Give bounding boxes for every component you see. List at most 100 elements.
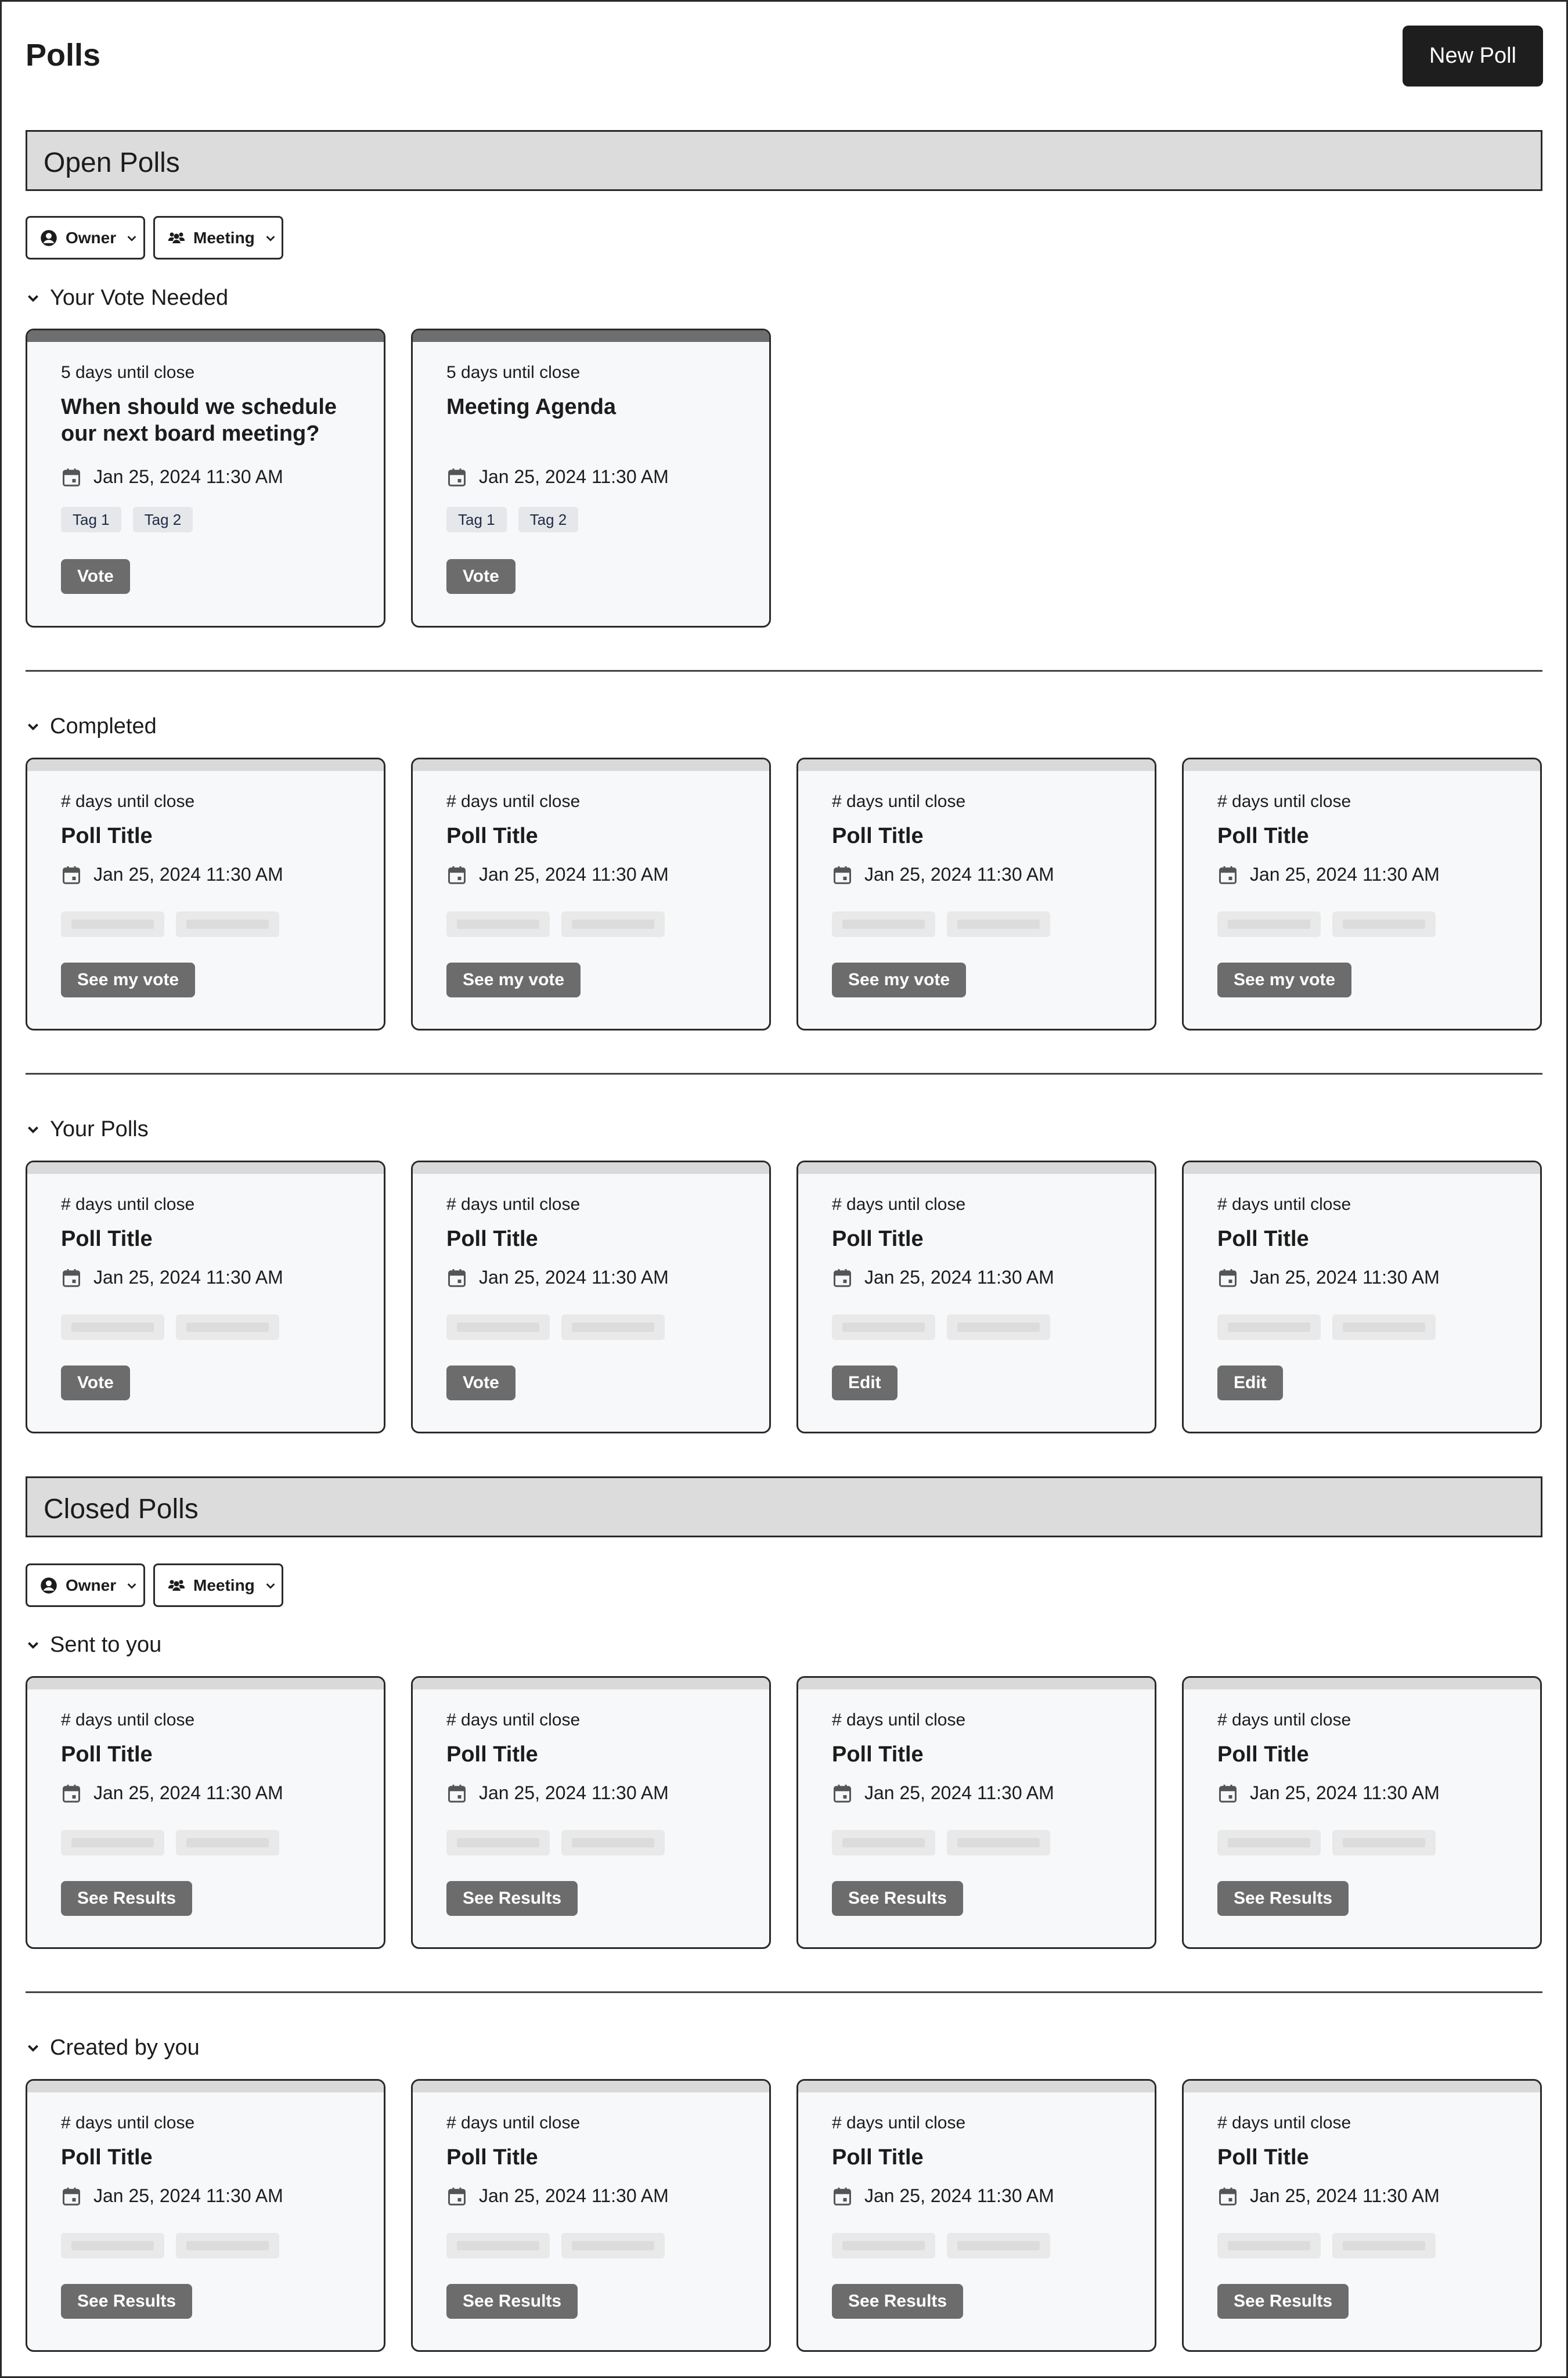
owner-filter[interactable]: Owner — [26, 216, 145, 260]
poll-card[interactable]: # days until close Poll Title Jan 25, 20… — [411, 1676, 771, 1949]
poll-date: Jan 25, 2024 11:30 AM — [61, 2185, 283, 2207]
poll-card[interactable]: # days until close Poll Title Jan 25, 20… — [1182, 1161, 1542, 1433]
poll-card[interactable]: 5 days until close When should we schedu… — [26, 329, 385, 628]
poll-title: Poll Title — [832, 1742, 924, 1767]
poll-card[interactable]: # days until close Poll Title Jan 25, 20… — [411, 2079, 771, 2352]
card-top-bar — [413, 759, 769, 771]
see-my-vote-button[interactable]: See my vote — [832, 963, 967, 997]
section-divider — [26, 1073, 1542, 1075]
see-results-button[interactable]: See Results — [61, 1881, 193, 1916]
poll-card[interactable]: # days until close Poll Title Jan 25, 20… — [1182, 1676, 1542, 1949]
poll-date-text: Jan 25, 2024 11:30 AM — [479, 1782, 669, 1803]
poll-card[interactable]: # days until close Poll Title Jan 25, 20… — [26, 2079, 385, 2352]
tag-placeholders — [832, 2233, 1050, 2258]
see-my-vote-button[interactable]: See my vote — [446, 963, 581, 997]
poll-date: Jan 25, 2024 11:30 AM — [832, 1782, 1054, 1804]
card-top-bar — [27, 759, 384, 771]
poll-card[interactable]: # days until close Poll Title Jan 25, 20… — [411, 758, 771, 1031]
meeting-filter[interactable]: Meeting — [153, 1563, 283, 1607]
days-until-close: 5 days until close — [61, 363, 195, 382]
tag-placeholder — [832, 1314, 935, 1340]
see-results-button[interactable]: See Results — [832, 2284, 964, 2319]
chevron-down-icon — [125, 232, 138, 244]
tag-placeholder — [1332, 1314, 1436, 1340]
poll-card[interactable]: # days until close Poll Title Jan 25, 20… — [796, 758, 1156, 1031]
your-vote-needed-toggle[interactable]: Your Vote Needed — [26, 283, 228, 312]
tag-placeholder — [176, 911, 279, 937]
owner-filter[interactable]: Owner — [26, 1563, 145, 1607]
card-top-bar — [413, 1678, 769, 1689]
poll-card[interactable]: # days until close Poll Title Jan 25, 20… — [411, 1161, 771, 1433]
poll-card[interactable]: # days until close Poll Title Jan 25, 20… — [26, 758, 385, 1031]
your-polls-toggle[interactable]: Your Polls — [26, 1115, 149, 1144]
see-results-button[interactable]: See Results — [1217, 2284, 1349, 2319]
chevron-down-icon — [264, 1579, 277, 1592]
poll-date-text: Jan 25, 2024 11:30 AM — [93, 864, 283, 885]
poll-title: Poll Title — [446, 1227, 538, 1251]
card-top-bar — [413, 1162, 769, 1174]
see-my-vote-button[interactable]: See my vote — [61, 963, 196, 997]
see-results-button[interactable]: See Results — [61, 2284, 193, 2319]
poll-title: Poll Title — [61, 824, 153, 848]
poll-date: Jan 25, 2024 11:30 AM — [446, 1782, 669, 1804]
card-top-bar — [798, 2081, 1155, 2092]
calendar-icon — [63, 2187, 80, 2206]
tag-list: Tag 1 Tag 2 — [446, 507, 579, 532]
poll-card[interactable]: # days until close Poll Title Jan 25, 20… — [26, 1676, 385, 1949]
edit-button[interactable]: Edit — [832, 1365, 897, 1400]
card-top-bar — [27, 1678, 384, 1689]
tag-list: Tag 1 Tag 2 — [61, 507, 193, 532]
poll-card[interactable]: # days until close Poll Title Jan 25, 20… — [796, 1676, 1156, 1949]
see-my-vote-button[interactable]: See my vote — [1217, 963, 1352, 997]
days-until-close: # days until close — [1217, 1195, 1351, 1214]
vote-button[interactable]: Vote — [61, 1365, 130, 1400]
subsection-label: Your Polls — [50, 1116, 149, 1141]
poll-title: Poll Title — [446, 824, 538, 848]
poll-date-text: Jan 25, 2024 11:30 AM — [93, 1782, 283, 1803]
days-until-close: # days until close — [1217, 2113, 1351, 2132]
new-poll-button[interactable]: New Poll — [1403, 26, 1543, 87]
poll-card[interactable]: # days until close Poll Title Jan 25, 20… — [1182, 2079, 1542, 2352]
poll-card[interactable]: 5 days until close Meeting Agenda Jan 25… — [411, 329, 771, 628]
days-until-close: # days until close — [832, 1195, 966, 1214]
see-results-button[interactable]: See Results — [1217, 1881, 1349, 1916]
tag-placeholders — [61, 2233, 279, 2258]
vote-button[interactable]: Vote — [61, 559, 130, 594]
poll-card[interactable]: # days until close Poll Title Jan 25, 20… — [26, 1161, 385, 1433]
days-until-close: # days until close — [61, 2113, 195, 2132]
days-until-close: # days until close — [1217, 1710, 1351, 1730]
days-until-close: # days until close — [446, 1195, 581, 1214]
days-until-close: # days until close — [446, 2113, 581, 2132]
poll-date-text: Jan 25, 2024 11:30 AM — [93, 2185, 283, 2206]
sent-to-you-toggle[interactable]: Sent to you — [26, 1630, 161, 1659]
created-by-you-toggle[interactable]: Created by you — [26, 2033, 200, 2062]
tag-placeholders — [1217, 911, 1436, 937]
poll-card[interactable]: # days until close Poll Title Jan 25, 20… — [796, 2079, 1156, 2352]
poll-title: Poll Title — [832, 1227, 924, 1251]
tag-placeholders — [61, 1314, 279, 1340]
calendar-icon — [448, 468, 466, 487]
tag-placeholder — [561, 2233, 665, 2258]
poll-date-text: Jan 25, 2024 11:30 AM — [479, 466, 669, 487]
poll-card[interactable]: # days until close Poll Title Jan 25, 20… — [1182, 758, 1542, 1031]
poll-date: Jan 25, 2024 11:30 AM — [1217, 1267, 1440, 1288]
see-results-button[interactable]: See Results — [446, 1881, 578, 1916]
tag-placeholder — [947, 1314, 1050, 1340]
user-circle-icon — [40, 229, 57, 247]
tag-placeholder — [176, 1314, 279, 1340]
tag-placeholder — [61, 2233, 164, 2258]
open-polls-header: Open Polls — [26, 130, 1542, 191]
see-results-button[interactable]: See Results — [832, 1881, 964, 1916]
poll-card[interactable]: # days until close Poll Title Jan 25, 20… — [796, 1161, 1156, 1433]
tag-placeholder — [561, 1830, 665, 1855]
poll-title: Poll Title — [1217, 1742, 1309, 1767]
completed-toggle[interactable]: Completed — [26, 712, 157, 741]
see-results-button[interactable]: See Results — [446, 2284, 578, 2319]
tag-placeholders — [1217, 2233, 1436, 2258]
edit-button[interactable]: Edit — [1217, 1365, 1283, 1400]
poll-date: Jan 25, 2024 11:30 AM — [61, 864, 283, 885]
tag-placeholders — [832, 911, 1050, 937]
vote-button[interactable]: Vote — [446, 1365, 516, 1400]
vote-button[interactable]: Vote — [446, 559, 516, 594]
meeting-filter[interactable]: Meeting — [153, 216, 283, 260]
